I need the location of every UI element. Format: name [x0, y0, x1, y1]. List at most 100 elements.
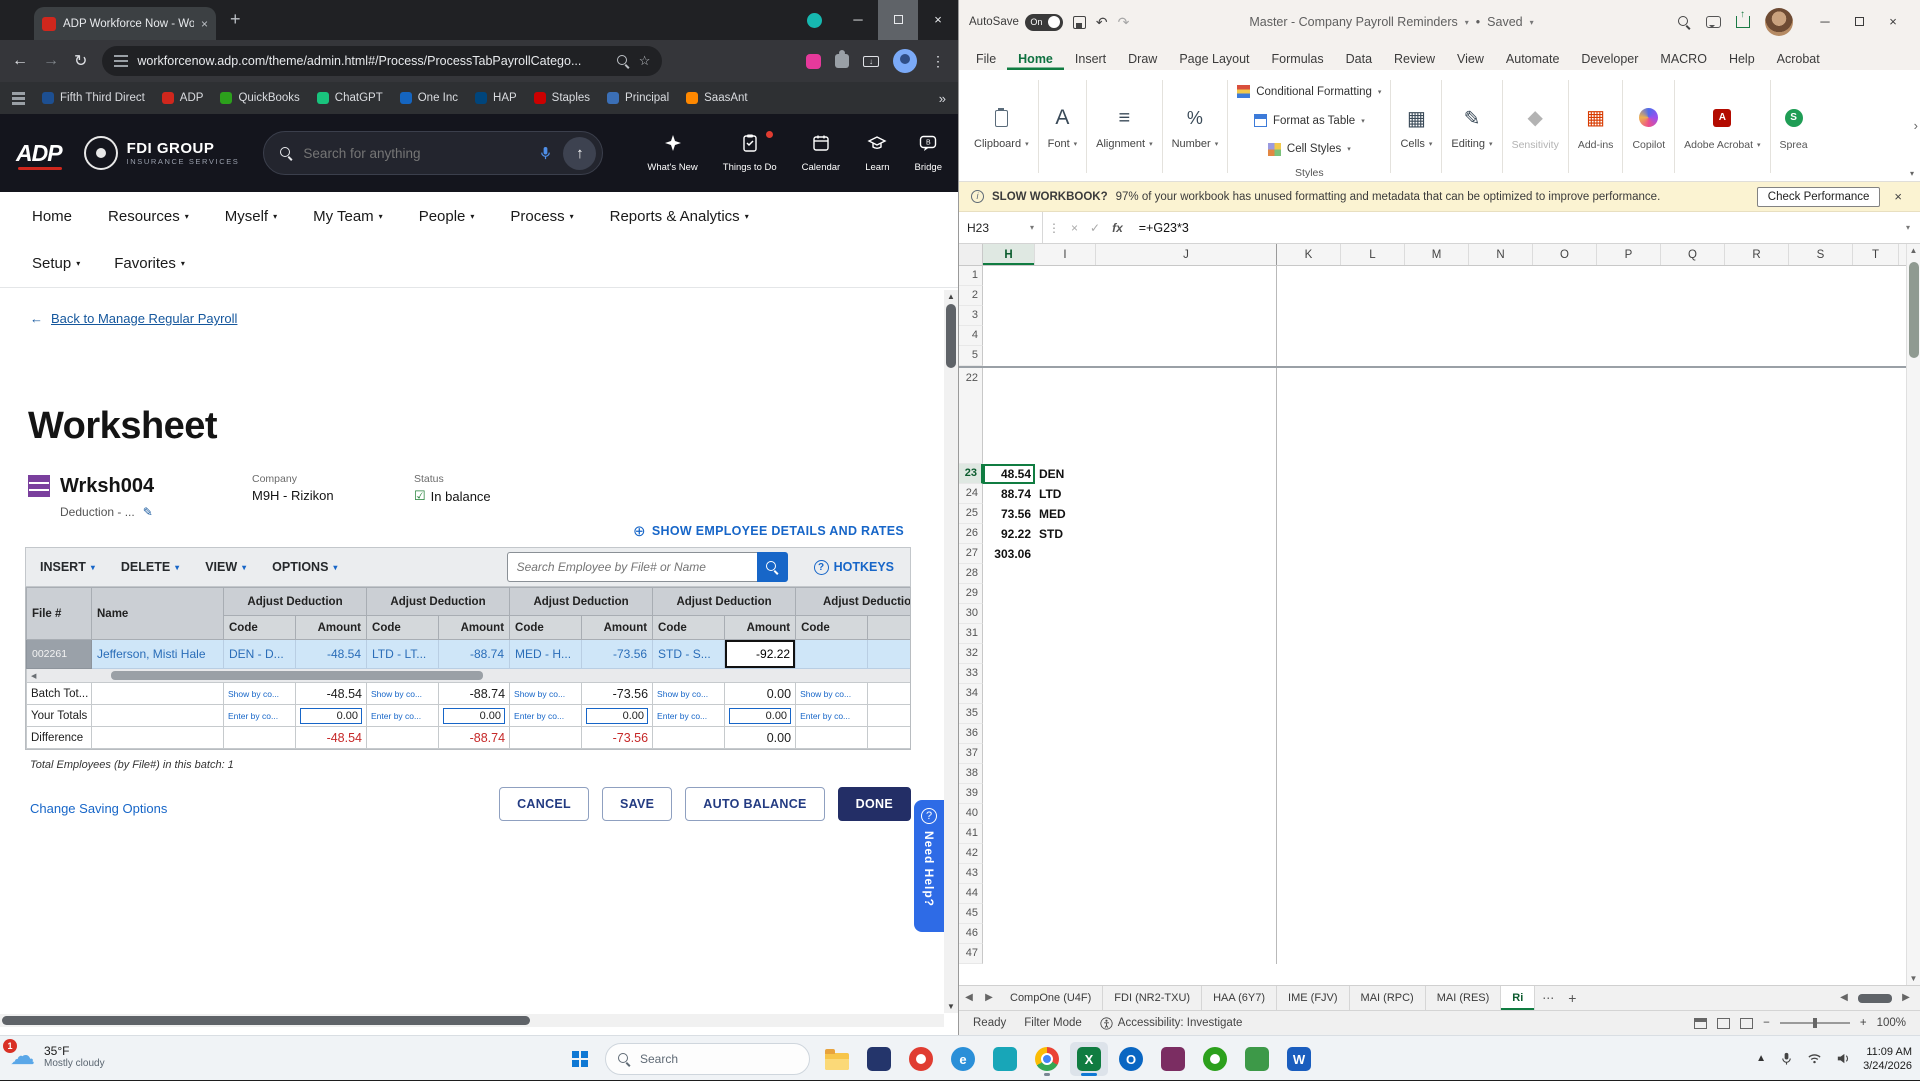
- cell-I2[interactable]: [1035, 286, 1096, 306]
- cell-O26[interactable]: [1533, 524, 1597, 544]
- cell-S42[interactable]: [1789, 844, 1853, 864]
- cell-I38[interactable]: [1035, 764, 1096, 784]
- sheet-tab-ime-fjv[interactable]: IME (FJV): [1277, 986, 1350, 1010]
- app-teal-icon[interactable]: [986, 1042, 1024, 1076]
- cell-N4[interactable]: [1469, 326, 1533, 346]
- cell-O46[interactable]: [1533, 924, 1597, 944]
- new-tab-button[interactable]: +: [230, 9, 241, 30]
- search-icon[interactable]: [1678, 15, 1691, 29]
- cell-S24[interactable]: [1789, 484, 1853, 504]
- cell-N1[interactable]: [1469, 266, 1533, 286]
- cell-M37[interactable]: [1405, 744, 1469, 764]
- column-header-L[interactable]: L: [1341, 244, 1405, 265]
- cell-L42[interactable]: [1341, 844, 1405, 864]
- row-header-38[interactable]: 38: [959, 764, 983, 784]
- cell-I5[interactable]: [1035, 346, 1096, 366]
- cell-H27[interactable]: 303.06: [983, 544, 1035, 564]
- row-header-28[interactable]: 28: [959, 564, 983, 584]
- cell-N40[interactable]: [1469, 804, 1533, 824]
- cell-O44[interactable]: [1533, 884, 1597, 904]
- cell-M33[interactable]: [1405, 664, 1469, 684]
- cell-H4[interactable]: [983, 326, 1035, 346]
- cell-O22[interactable]: [1533, 368, 1597, 464]
- column-header-amount[interactable]: Am: [867, 615, 910, 640]
- ribbon-group-alignment[interactable]: ≡ Alignment ▾: [1087, 74, 1161, 179]
- row-header-37[interactable]: 37: [959, 744, 983, 764]
- cell-L27[interactable]: [1341, 544, 1405, 564]
- cell-O43[interactable]: [1533, 864, 1597, 884]
- cell-T31[interactable]: [1853, 624, 1899, 644]
- ribbon-group-sensitivity[interactable]: ◆ Sensitivity: [1503, 74, 1568, 179]
- row-header-44[interactable]: 44: [959, 884, 983, 904]
- cell-Q35[interactable]: [1661, 704, 1725, 724]
- cell-P36[interactable]: [1597, 724, 1661, 744]
- cell-J25[interactable]: [1096, 504, 1277, 524]
- scrollbar-thumb[interactable]: [946, 304, 956, 368]
- insert-function-icon[interactable]: fx: [1106, 221, 1129, 235]
- cell-H44[interactable]: [983, 884, 1035, 904]
- cell-S38[interactable]: [1789, 764, 1853, 784]
- bookmark-fifth-third-direct[interactable]: Fifth Third Direct: [42, 92, 145, 104]
- app-dark-blue-icon[interactable]: [860, 1042, 898, 1076]
- cell-H43[interactable]: [983, 864, 1035, 884]
- cell-T28[interactable]: [1853, 564, 1899, 584]
- deduction-code-cell[interactable]: STD - S...: [652, 639, 726, 669]
- app-violet-icon[interactable]: [1154, 1042, 1192, 1076]
- cell-J38[interactable]: [1096, 764, 1277, 784]
- cell-T29[interactable]: [1853, 584, 1899, 604]
- row-header-23[interactable]: 23: [959, 464, 983, 484]
- ribbon-tab-data[interactable]: Data: [1335, 48, 1383, 70]
- cell-S28[interactable]: [1789, 564, 1853, 584]
- cell-M34[interactable]: [1405, 684, 1469, 704]
- ribbon-group-clipboard[interactable]: Clipboard ▾: [965, 74, 1038, 179]
- mic-icon[interactable]: [538, 146, 553, 161]
- cell-J47[interactable]: [1096, 944, 1277, 964]
- nav-myself[interactable]: Myself ▾: [225, 208, 277, 225]
- cell-P22[interactable]: [1597, 368, 1661, 464]
- employee-search-button[interactable]: [756, 552, 788, 582]
- cell-J41[interactable]: [1096, 824, 1277, 844]
- show-by-code-link[interactable]: Show by co...: [509, 682, 583, 705]
- nav-setup[interactable]: Setup ▾: [32, 255, 80, 272]
- column-header-O[interactable]: O: [1533, 244, 1597, 265]
- cell-O31[interactable]: [1533, 624, 1597, 644]
- ribbon-group-number[interactable]: % Number ▾: [1163, 74, 1228, 179]
- cell-H26[interactable]: 92.22: [983, 524, 1035, 544]
- cell-T32[interactable]: [1853, 644, 1899, 664]
- cell-J37[interactable]: [1096, 744, 1277, 764]
- cell-P29[interactable]: [1597, 584, 1661, 604]
- cell-I23[interactable]: DEN: [1035, 464, 1096, 484]
- cell-L34[interactable]: [1341, 684, 1405, 704]
- cell-R33[interactable]: [1725, 664, 1789, 684]
- ribbon-tab-review[interactable]: Review: [1383, 48, 1446, 70]
- cell-N43[interactable]: [1469, 864, 1533, 884]
- deduction-code-cell[interactable]: DEN - D...: [223, 639, 296, 669]
- tab-close-icon[interactable]: ×: [201, 17, 208, 31]
- window-minimize-icon[interactable]: ─: [1808, 0, 1842, 44]
- window-close-icon[interactable]: ×: [1876, 0, 1910, 44]
- cell-I40[interactable]: [1035, 804, 1096, 824]
- browser-tab[interactable]: ADP Workforce Now - Workshe... ×: [34, 7, 216, 40]
- row-header-34[interactable]: 34: [959, 684, 983, 704]
- cell-O29[interactable]: [1533, 584, 1597, 604]
- done-button[interactable]: DONE: [837, 787, 911, 821]
- cell-Q26[interactable]: [1661, 524, 1725, 544]
- cell-J33[interactable]: [1096, 664, 1277, 684]
- cell-H33[interactable]: [983, 664, 1035, 684]
- column-header-H[interactable]: H: [983, 244, 1035, 265]
- cell-P25[interactable]: [1597, 504, 1661, 524]
- cell-O5[interactable]: [1533, 346, 1597, 366]
- cell-N28[interactable]: [1469, 564, 1533, 584]
- cell-I35[interactable]: [1035, 704, 1096, 724]
- cell-M22[interactable]: [1405, 368, 1469, 464]
- cell-M31[interactable]: [1405, 624, 1469, 644]
- cell-R5[interactable]: [1725, 346, 1789, 366]
- mic-icon[interactable]: [1779, 1051, 1794, 1066]
- normal-view-icon[interactable]: [1694, 1017, 1708, 1029]
- cell-N5[interactable]: [1469, 346, 1533, 366]
- cell-P23[interactable]: [1597, 464, 1661, 484]
- column-header-code[interactable]: Code: [509, 615, 583, 640]
- cell-I32[interactable]: [1035, 644, 1096, 664]
- cell-I29[interactable]: [1035, 584, 1096, 604]
- cell-P40[interactable]: [1597, 804, 1661, 824]
